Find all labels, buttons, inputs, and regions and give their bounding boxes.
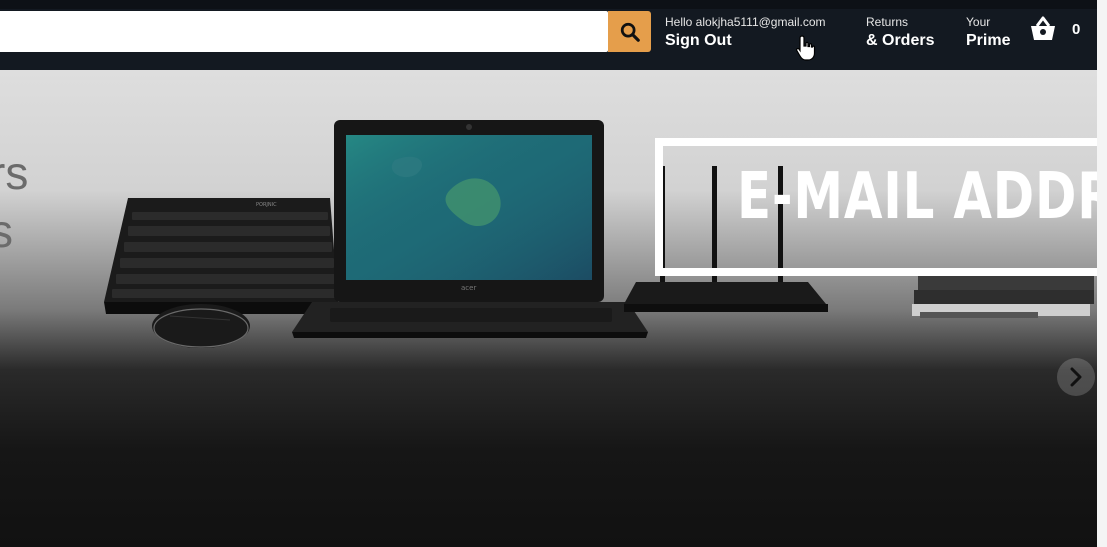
search-icon	[620, 22, 640, 42]
email-address-overlay: E-MAIL ADDRE	[655, 138, 1097, 276]
search-input[interactable]	[0, 11, 608, 52]
svg-text:acer: acer	[461, 284, 476, 292]
svg-text:PORJNIC: PORJNIC	[256, 202, 277, 208]
prime-label: Prime	[966, 32, 1011, 49]
chevron-right-icon	[1070, 367, 1082, 387]
cart-icon	[1031, 16, 1055, 40]
your-prime-link[interactable]: Your Prime	[966, 14, 1010, 52]
orders-label: & Orders	[866, 32, 935, 49]
books-image	[912, 276, 1094, 318]
overlay-text: E-MAIL ADDRE	[737, 160, 1097, 234]
carousel-next-button[interactable]	[1057, 358, 1095, 396]
laptop-image: acer	[292, 120, 648, 338]
window-edge	[1097, 0, 1107, 547]
account-greeting: Hello alokjha5111@gmail.com	[665, 15, 826, 29]
hero-banner[interactable]: rs s PORJNIC	[0, 70, 1097, 547]
search-button[interactable]	[608, 11, 651, 52]
returns-orders-link[interactable]: Returns & Orders	[866, 14, 934, 52]
returns-label: Returns	[866, 15, 909, 29]
hand-cursor-icon	[796, 35, 816, 61]
cart-link[interactable]: 0	[1028, 12, 1080, 46]
cart-count: 0	[1072, 20, 1081, 38]
overlay-bar	[657, 169, 663, 242]
your-label: Your	[966, 15, 991, 29]
top-nav-bar: Hello alokjha5111@gmail.com Sign Out Ret…	[0, 0, 1097, 70]
mouse-image	[152, 304, 250, 348]
keyboard-image: PORJNIC	[104, 198, 338, 314]
